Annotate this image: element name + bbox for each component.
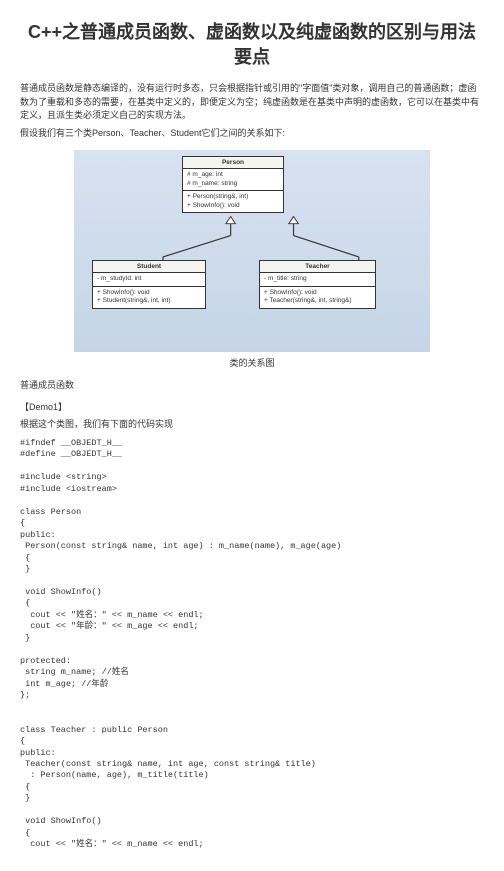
uml-class-person: Person # m_age: int # m_name: string + P… (182, 156, 284, 213)
diagram-caption: 类的关系图 (20, 356, 484, 369)
intro-paragraph-1: 普通成员函数是静态编译的，没有运行时多态，只会根据指针或引用的"字面值"类对象，… (20, 82, 484, 123)
uml-student-title: Student (93, 261, 205, 273)
intro-paragraph-2: 假设我们有三个类Person、Teacher、Student它们之间的关系如下: (20, 127, 484, 141)
uml-person-attrs: # m_age: int # m_name: string (183, 169, 283, 191)
uml-student-ops: + ShowInfo(): void + Student(string&, in… (93, 287, 205, 308)
code-block: #ifndef __OBJEDT_H__ #define __OBJEDT_H_… (20, 438, 484, 851)
uml-teacher-ops: + ShowInfo(): void + Teacher(string&, in… (260, 287, 375, 308)
uml-diagram-container: Person # m_age: int # m_name: string + P… (20, 150, 484, 369)
demo1-label: 【Demo1】 (20, 401, 484, 415)
page-title: C++之普通成员函数、虚函数以及纯虚函数的区别与用法要点 (20, 20, 484, 70)
uml-diagram: Person # m_age: int # m_name: string + P… (74, 150, 430, 352)
uml-teacher-attrs: - m_title: string (260, 273, 375, 286)
uml-person-ops: + Person(string&, int) + ShowInfo(): voi… (183, 191, 283, 212)
section-normal-member: 普通成员函数 (20, 379, 484, 393)
uml-class-teacher: Teacher - m_title: string + ShowInfo(): … (259, 260, 376, 308)
uml-class-student: Student - m_studyId: int + ShowInfo(): v… (92, 260, 206, 308)
demo1-description: 根据这个类图，我们有下面的代码实现 (20, 418, 484, 432)
uml-person-title: Person (183, 157, 283, 169)
uml-student-attrs: - m_studyId: int (93, 273, 205, 286)
uml-teacher-title: Teacher (260, 261, 375, 273)
